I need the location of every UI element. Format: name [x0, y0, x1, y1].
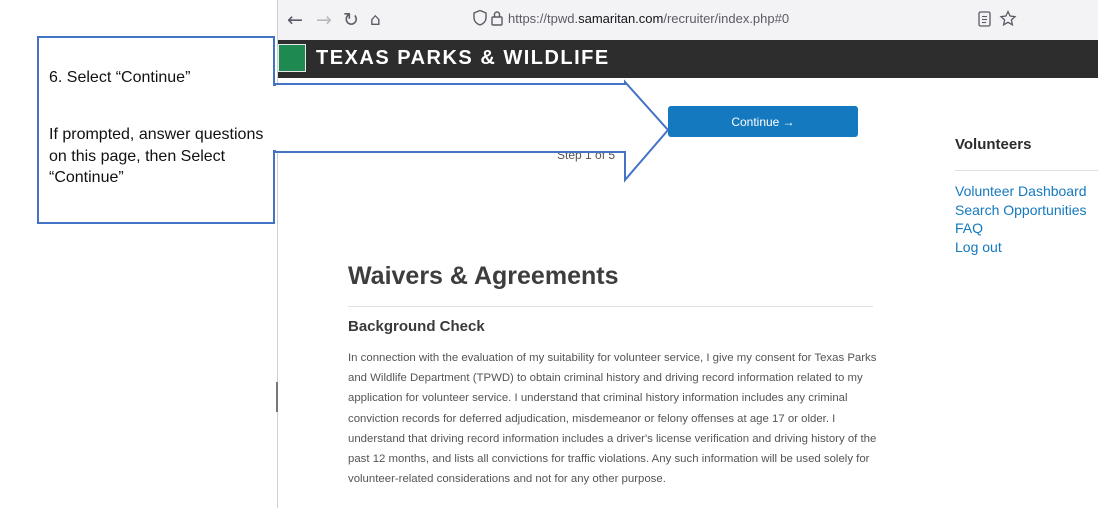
annotation-arrow: [272, 79, 670, 183]
